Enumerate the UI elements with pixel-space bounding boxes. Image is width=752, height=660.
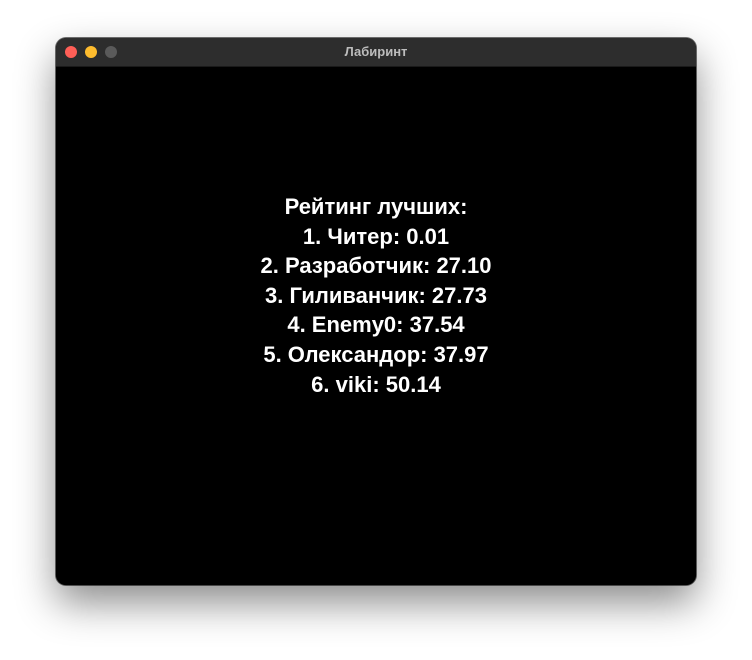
title-bar[interactable]: Лабиринт xyxy=(56,38,696,67)
app-window: Лабиринт Рейтинг лучших: 1. Читер: 0.01 … xyxy=(56,38,696,585)
leaderboard-entry: 5. Олександор: 37.97 xyxy=(263,341,489,367)
leaderboard-heading: Рейтинг лучших: xyxy=(284,194,468,219)
leaderboard: Рейтинг лучших: 1. Читер: 0.01 2. Разраб… xyxy=(56,192,696,399)
window-title: Лабиринт xyxy=(344,44,408,59)
leaderboard-entry: 3. Гиливанчик: 27.73 xyxy=(265,282,487,308)
leaderboard-entry: 1. Читер: 0.01 xyxy=(302,223,450,249)
game-canvas: Рейтинг лучших: 1. Читер: 0.01 2. Разраб… xyxy=(56,67,696,585)
leaderboard-entry: 2. Разработчик: 27.10 xyxy=(260,253,492,279)
leaderboard-entry: 6. viki: 50.14 xyxy=(311,371,441,397)
leaderboard-entry: 4. Enemy0: 37.54 xyxy=(287,312,465,338)
